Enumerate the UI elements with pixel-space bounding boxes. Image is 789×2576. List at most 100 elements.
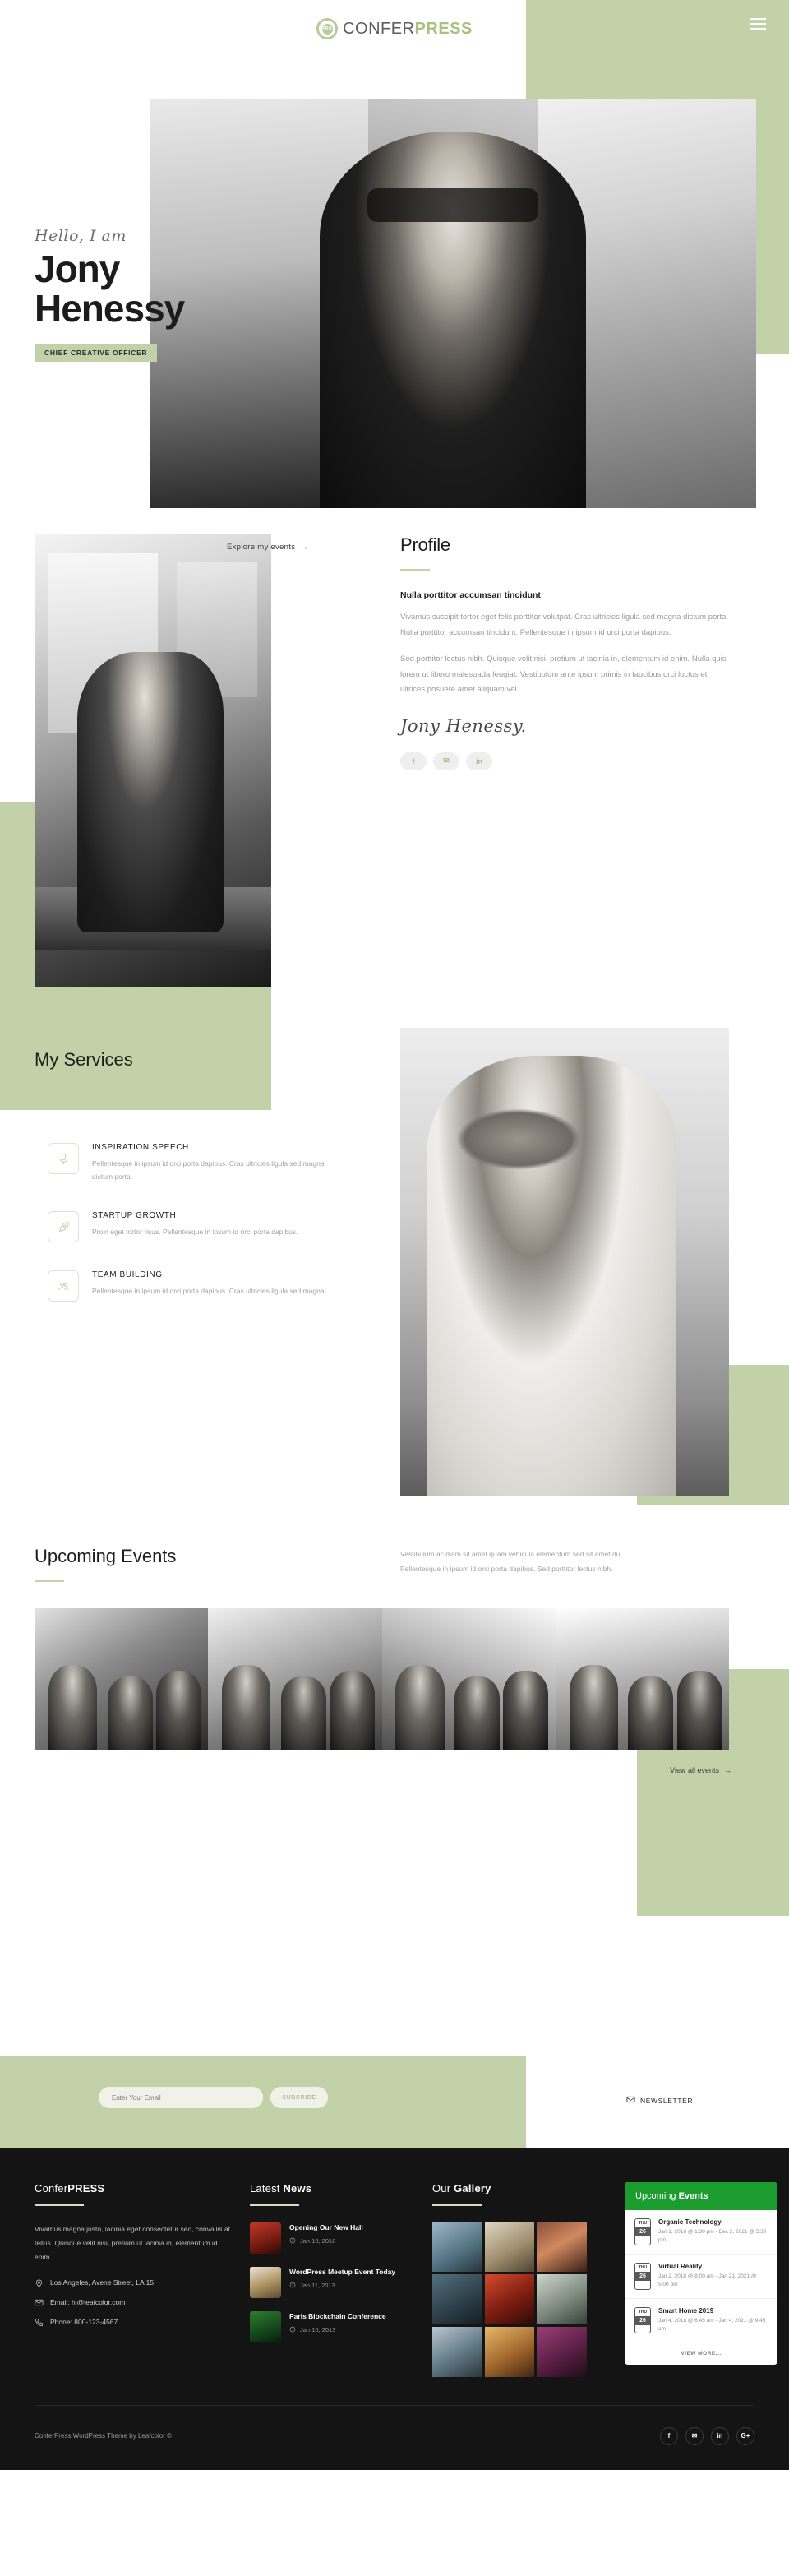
logo-mark-icon: PRO	[316, 18, 339, 39]
service-item[interactable]: STARTUP GROWTH Proin eget tortor risus. …	[48, 1211, 327, 1243]
gallery-thumbnail[interactable]	[484, 2326, 535, 2377]
footer-news-heading: Latest News	[250, 2182, 414, 2194]
footer-address-text: Los Angeles, Avene Street, LA 15	[50, 2278, 155, 2287]
profile-section: Profile Nulla porttitor accumsan tincidu…	[0, 518, 789, 1028]
upcoming-events-description: Vestibulum ac diam sit amet quam vehicul…	[400, 1547, 729, 1577]
logo-mark-text: PRO	[322, 26, 332, 31]
site-footer: ConferPRESS Vivamus magna justo, lacinia…	[0, 2148, 789, 2470]
profile-social-list: f ✉ in	[400, 752, 729, 770]
newsletter-form: SUBCRIBE	[99, 2087, 328, 2108]
news-date-text: Jan 10, 2018	[300, 2236, 336, 2245]
news-date-text: Jan 10, 2013	[300, 2325, 336, 2333]
footer-news-heading-light: Latest	[250, 2182, 284, 2194]
social-facebook-icon[interactable]: f	[400, 752, 427, 770]
site-logo[interactable]: PRO CONFERPRESS	[316, 18, 473, 39]
services-photo	[400, 1028, 729, 1496]
gallery-grid	[432, 2222, 588, 2377]
team-icon	[48, 1270, 79, 1302]
envelope-icon	[626, 2095, 635, 2106]
upcoming-widget-title: Organic Technology	[658, 2218, 722, 2226]
calendar-icon: THU 26	[634, 2306, 651, 2334]
footer-social-list: f ✉ in G+	[660, 2426, 754, 2445]
view-all-events-label: View all events	[670, 1766, 719, 1774]
service-title: TEAM BUILDING	[92, 1270, 163, 1280]
social-twitter-icon[interactable]: ✉	[685, 2426, 704, 2445]
footer-gallery-column: Our Gallery	[432, 2182, 607, 2377]
gallery-thumbnail[interactable]	[484, 2222, 535, 2273]
calendar-day: THU	[635, 2219, 650, 2227]
site-header: PRO CONFERPRESS	[0, 0, 789, 58]
logo-text-main: CONFER	[343, 19, 415, 38]
upcoming-widget-heading-bold: Events	[678, 2191, 708, 2201]
service-title: STARTUP GROWTH	[92, 1211, 177, 1221]
calendar-icon: THU 26	[634, 2262, 651, 2290]
upcoming-events-title: Upcoming Events	[35, 1546, 177, 1566]
gallery-thumbnail[interactable]	[432, 2326, 482, 2377]
news-list-item[interactable]: WordPress Meetup Event Today Jan 11, 201…	[250, 2266, 414, 2298]
upcoming-widget-item[interactable]: THU 26 Smart Home 2019 Jan 4, 2018 @ 6:4…	[625, 2299, 777, 2343]
news-title: WordPress Meetup Event Today	[289, 2267, 396, 2276]
explore-events-link[interactable]: Explore my events →	[227, 543, 309, 552]
footer-email-text: Email: hi@leafcolor.com	[50, 2298, 126, 2307]
event-thumbnail[interactable]	[555, 1608, 729, 1750]
newsletter-email-input[interactable]	[99, 2087, 263, 2108]
clock-icon	[289, 2326, 296, 2333]
service-item[interactable]: INSPIRATION SPEECH Pellentesque in ipsum…	[48, 1143, 327, 1183]
footer-address: Los Angeles, Avene Street, LA 15	[35, 2278, 232, 2287]
footer-email[interactable]: Email: hi@leafcolor.com	[35, 2298, 232, 2307]
footer-news-heading-bold: News	[283, 2182, 312, 2194]
upcoming-widget-detail: Jan 2, 2018 @ 8:00 am - Jan 21, 2021 @ 5…	[658, 2273, 757, 2288]
event-thumbnail[interactable]	[208, 1608, 382, 1750]
gallery-thumbnail[interactable]	[432, 2274, 482, 2324]
footer-gallery-heading-bold: Gallery	[454, 2182, 491, 2194]
upcoming-widget-item[interactable]: THU 26 Virtual Reality Jan 2, 2018 @ 8:0…	[625, 2255, 777, 2299]
service-text: Proin eget tortor risus. Pellentesque in…	[92, 1228, 298, 1237]
calendar-day: THU	[635, 2263, 650, 2272]
footer-phone[interactable]: Phone: 800-123-4567	[35, 2318, 232, 2327]
newsletter-subscribe-button[interactable]: SUBCRIBE	[270, 2087, 328, 2108]
event-thumbnail[interactable]	[381, 1608, 556, 1750]
news-date: Jan 10, 2013	[289, 2326, 386, 2333]
upcoming-widget-detail: Jan 1, 2018 @ 1:30 pm - Dec 2, 2021 @ 5:…	[658, 2229, 767, 2244]
clock-icon	[289, 2237, 296, 2244]
news-list-item[interactable]: Paris Blockchain Conference Jan 10, 2013	[250, 2310, 414, 2342]
social-facebook-icon[interactable]: f	[660, 2426, 678, 2445]
gallery-thumbnail[interactable]	[484, 2274, 535, 2324]
arrow-right-icon: →	[724, 1766, 731, 1774]
social-google-plus-icon[interactable]: G+	[736, 2426, 754, 2445]
event-thumbnail[interactable]	[35, 1608, 209, 1750]
footer-news-column: Latest News Opening Our New Hall Jan 10,…	[250, 2182, 414, 2377]
gallery-thumbnail[interactable]	[432, 2222, 482, 2273]
profile-title: Profile	[400, 534, 450, 555]
news-thumbnail	[250, 2310, 281, 2342]
upcoming-widget-item[interactable]: THU 26 Organic Technology Jan 1, 2018 @ …	[625, 2210, 777, 2255]
news-thumbnail	[250, 2222, 281, 2254]
profile-paragraph-2: Sed porttitor lectus nibh. Quisque velit…	[400, 654, 727, 695]
upcoming-events-section: Upcoming Events Vestibulum ac diam sit a…	[0, 1529, 789, 2056]
footer-brand-bold: PRESS	[67, 2182, 105, 2194]
upcoming-widget-view-more[interactable]: VIEW MORE...	[625, 2342, 777, 2365]
gallery-thumbnail[interactable]	[537, 2274, 588, 2324]
gallery-thumbnail[interactable]	[537, 2222, 588, 2273]
service-title: INSPIRATION SPEECH	[92, 1143, 189, 1152]
arrow-right-icon: →	[300, 543, 309, 552]
page-root: PRO CONFERPRESS Hello, I am Jony Henessy…	[0, 0, 789, 2470]
rocket-icon	[48, 1211, 79, 1243]
footer-heading-underline	[432, 2204, 482, 2206]
footer-about-text: Vivamus magna justo, lacinia eget consec…	[35, 2224, 230, 2262]
view-all-events-link[interactable]: View all events →	[670, 1766, 731, 1774]
service-item[interactable]: TEAM BUILDING Pellentesque in ipsum id o…	[48, 1270, 327, 1302]
calendar-day: THU	[635, 2307, 650, 2316]
social-linkedin-icon[interactable]: in	[466, 752, 492, 770]
footer-gallery-heading: Our Gallery	[432, 2182, 607, 2194]
hamburger-menu-icon[interactable]	[750, 18, 766, 30]
gallery-thumbnail[interactable]	[537, 2326, 588, 2377]
upcoming-widget-title: Smart Home 2019	[658, 2306, 714, 2315]
news-date: Jan 10, 2018	[289, 2237, 363, 2245]
social-twitter-icon[interactable]: ✉	[433, 752, 459, 770]
services-list: INSPIRATION SPEECH Pellentesque in ipsum…	[48, 1143, 327, 1330]
social-linkedin-icon[interactable]: in	[711, 2426, 729, 2445]
footer-bottom-bar: ConferPress WordPress Theme by Leafcolor…	[35, 2404, 754, 2470]
calendar-icon: THU 26	[634, 2218, 651, 2245]
news-list-item[interactable]: Opening Our New Hall Jan 10, 2018	[250, 2222, 414, 2254]
